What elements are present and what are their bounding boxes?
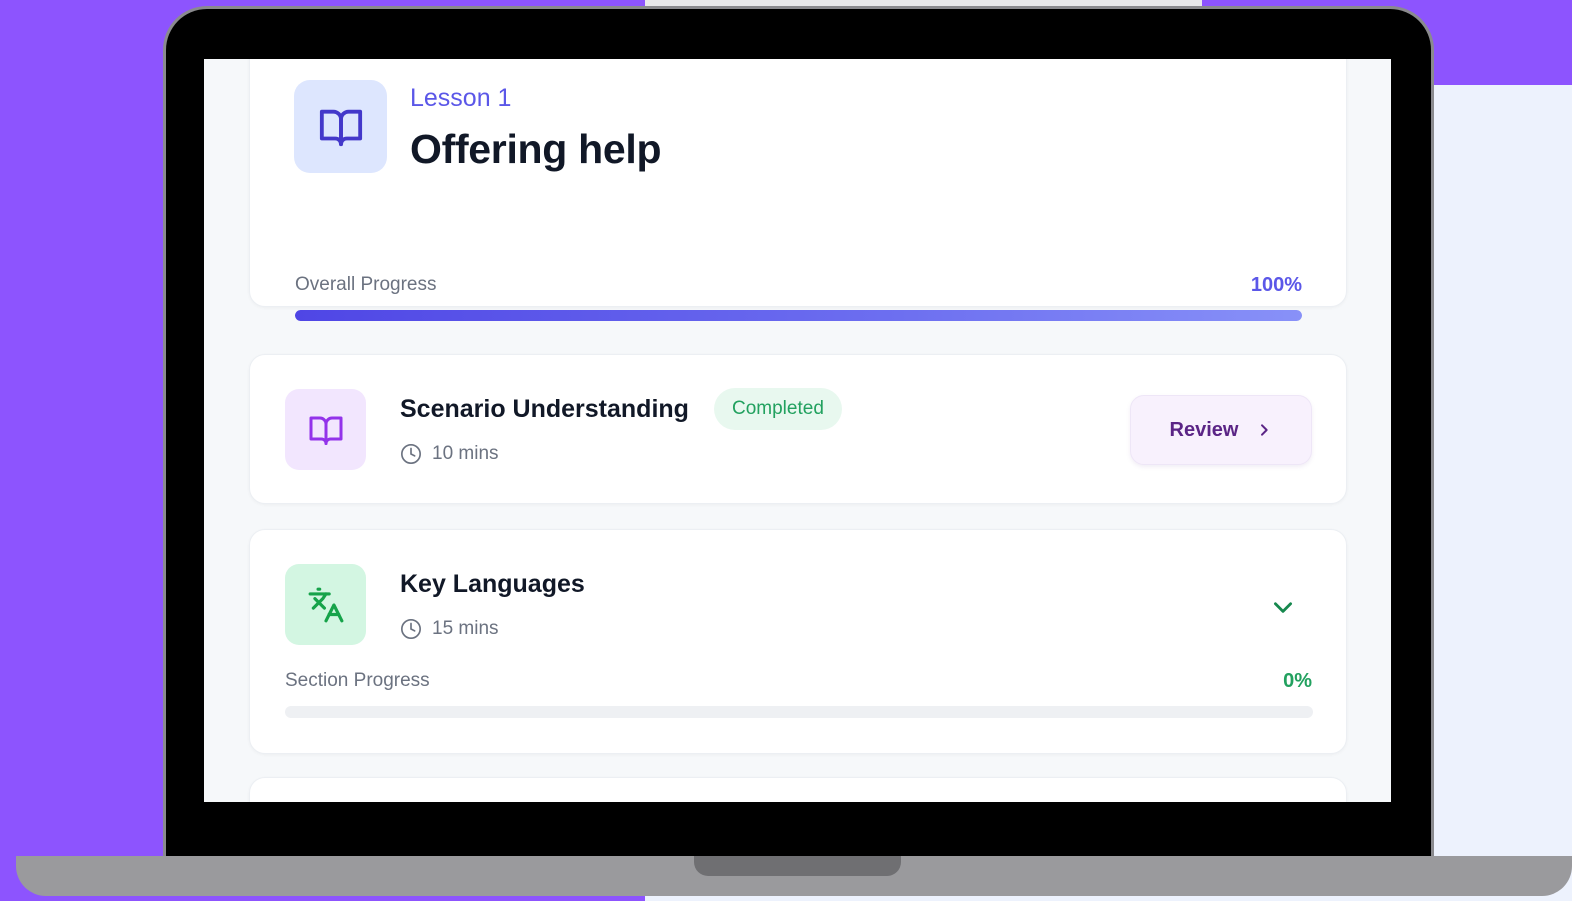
section-card-key-languages[interactable]: Key Languages 15 mins Section Progress 0… <box>249 529 1347 754</box>
translate-icon <box>285 564 366 645</box>
overall-progress-label: Overall Progress <box>295 274 437 295</box>
status-badge: Completed <box>714 388 842 430</box>
app-screen: Lesson 1 Offering help Overall Progress … <box>204 59 1391 802</box>
page-title: Offering help <box>410 126 662 172</box>
section-progress-bar <box>285 706 1313 718</box>
clock-icon <box>401 619 421 639</box>
section-progress-label: Section Progress <box>285 670 430 691</box>
book-open-icon <box>294 80 387 173</box>
laptop-notch <box>694 856 901 876</box>
section-card-scenario-understanding[interactable]: Scenario Understanding Completed 10 mins… <box>249 354 1347 504</box>
chevron-right-icon <box>1261 424 1269 436</box>
clock-icon <box>401 444 421 464</box>
section-card-next[interactable] <box>249 777 1347 802</box>
lesson-number: Lesson 1 <box>410 84 512 112</box>
section-title: Scenario Understanding <box>400 395 689 423</box>
section-title: Key Languages <box>400 570 585 598</box>
chevron-down-icon <box>1274 602 1292 613</box>
overall-progress-value: 100% <box>1250 274 1302 296</box>
book-open-icon <box>285 389 366 470</box>
duration-text: 15 mins <box>432 618 499 639</box>
overall-progress-bar <box>295 310 1302 321</box>
review-button[interactable]: Review <box>1130 395 1312 465</box>
overall-progress-fill <box>295 310 1302 321</box>
review-button-label: Review <box>1169 418 1239 441</box>
section-duration: 15 mins <box>400 618 499 640</box>
section-duration: 10 mins <box>400 443 499 465</box>
lesson-header-card: Lesson 1 Offering help Overall Progress … <box>249 59 1347 321</box>
expand-toggle[interactable] <box>1268 592 1298 622</box>
section-progress-value: 0% <box>1283 670 1312 692</box>
duration-text: 10 mins <box>432 443 499 464</box>
